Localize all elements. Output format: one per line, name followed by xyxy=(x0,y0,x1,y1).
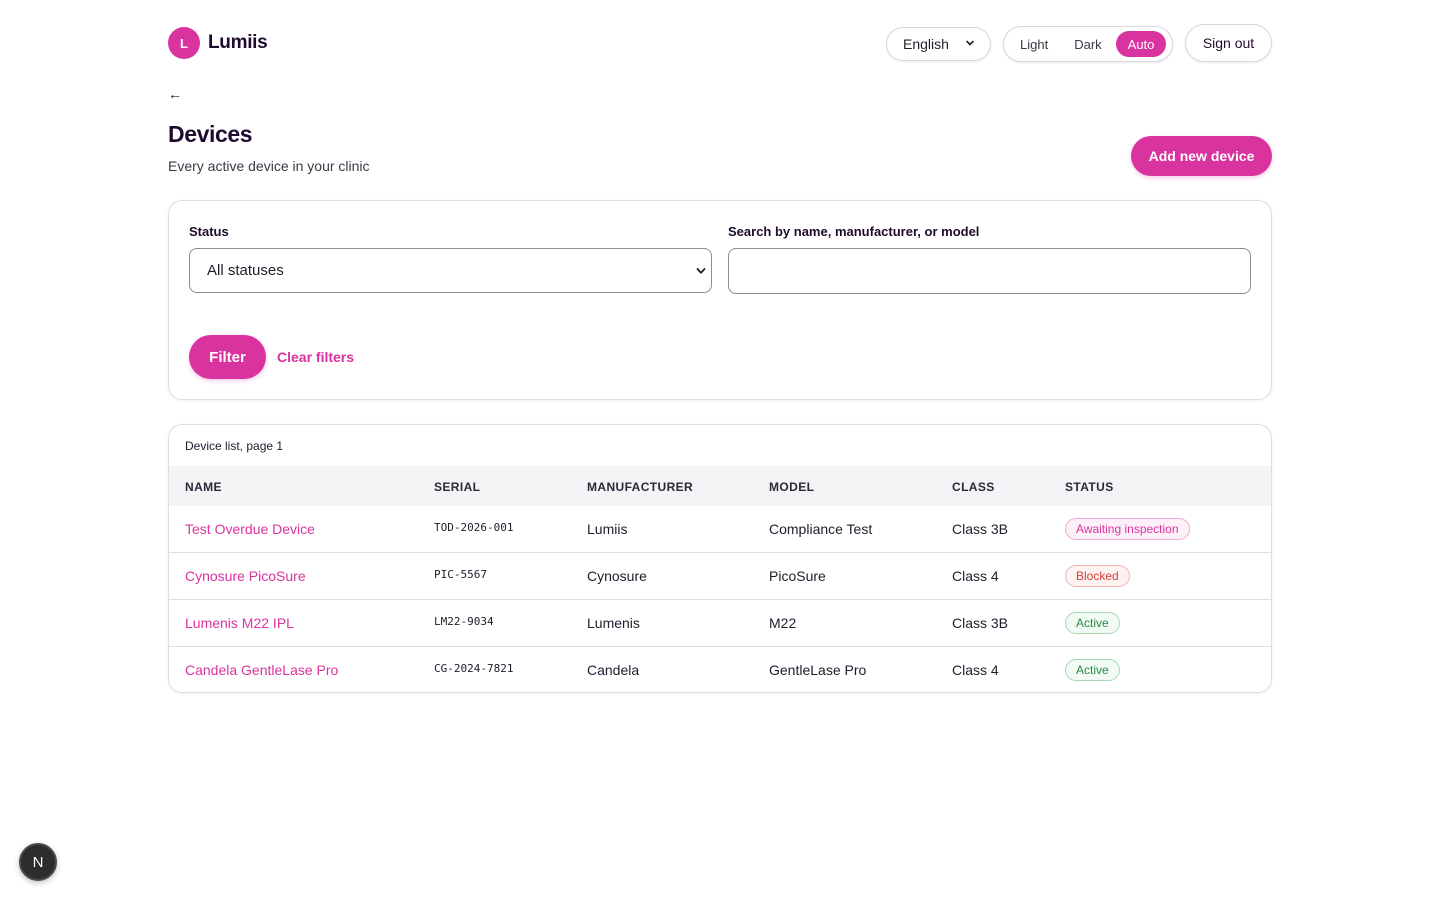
status-badge: Blocked xyxy=(1065,565,1130,587)
device-name-link[interactable]: Lumenis M22 IPL xyxy=(185,615,294,631)
status-badge: Awaiting inspection xyxy=(1065,518,1190,540)
table-caption: Device list, page 1 xyxy=(185,439,284,453)
device-serial: LM22-9034 xyxy=(434,615,494,628)
chevron-down-icon xyxy=(966,40,974,46)
status-badge: Active xyxy=(1065,612,1120,634)
device-class: Class 3B xyxy=(952,615,1009,631)
brand-name: Lumiis xyxy=(208,32,268,53)
language-select[interactable]: English xyxy=(886,27,991,61)
back-link[interactable]: ← xyxy=(168,86,182,102)
theme-toggle: Light Dark Auto xyxy=(1003,26,1173,62)
search-input[interactable] xyxy=(728,248,1251,294)
dev-tools-badge[interactable]: N xyxy=(19,843,57,881)
status-select[interactable]: All statuses xyxy=(189,248,712,293)
device-model: PicoSure xyxy=(769,568,826,584)
add-device-button[interactable]: Add new device xyxy=(1131,136,1272,176)
theme-option-light[interactable]: Light xyxy=(1008,31,1060,57)
column-header-model[interactable]: MODEL xyxy=(769,480,814,494)
table-row: Candela GentleLase Pro CG-2024-7821 Cand… xyxy=(169,647,1271,692)
theme-option-dark[interactable]: Dark xyxy=(1062,31,1113,57)
chevron-down-icon xyxy=(696,268,706,274)
device-manufacturer: Lumiis xyxy=(587,521,628,537)
clear-filters-link[interactable]: Clear filters xyxy=(277,349,354,365)
device-serial: TOD-2026-001 xyxy=(434,521,514,534)
column-header-name[interactable]: NAME xyxy=(185,480,222,494)
device-class: Class 3B xyxy=(952,521,1009,537)
page-title: Devices xyxy=(168,121,253,147)
device-name-link[interactable]: Test Overdue Device xyxy=(185,521,315,537)
device-model: Compliance Test xyxy=(769,521,873,537)
table-row: Test Overdue Device TOD-2026-001 Lumiis … xyxy=(169,506,1271,553)
brand[interactable]: L Lumiis xyxy=(168,27,268,59)
column-header-status[interactable]: STATUS xyxy=(1065,480,1114,494)
table-row: Cynosure PicoSure PIC-5567 Cynosure Pico… xyxy=(169,553,1271,600)
column-header-serial[interactable]: SERIAL xyxy=(434,480,480,494)
filter-button[interactable]: Filter xyxy=(189,335,266,379)
device-class: Class 4 xyxy=(952,568,999,584)
device-model: GentleLase Pro xyxy=(769,662,867,678)
table-row: Lumenis M22 IPL LM22-9034 Lumenis M22 Cl… xyxy=(169,600,1271,647)
device-name-link[interactable]: Cynosure PicoSure xyxy=(185,568,306,584)
status-label: Status xyxy=(189,224,229,239)
device-class: Class 4 xyxy=(952,662,999,678)
device-table: Device list, page 1 NAME SERIAL MANUFACT… xyxy=(168,424,1272,693)
language-value: English xyxy=(903,36,949,52)
page-subtitle: Every active device in your clinic xyxy=(168,158,370,174)
device-manufacturer: Candela xyxy=(587,662,640,678)
device-serial: PIC-5567 xyxy=(434,568,487,581)
theme-option-auto[interactable]: Auto xyxy=(1115,31,1167,57)
column-header-manufacturer[interactable]: MANUFACTURER xyxy=(587,480,693,494)
table-header: NAME SERIAL MANUFACTURER MODEL CLASS STA… xyxy=(169,466,1271,506)
filter-card: Status Search by name, manufacturer, or … xyxy=(168,200,1272,400)
device-manufacturer: Lumenis xyxy=(587,615,640,631)
device-model: M22 xyxy=(769,615,797,631)
status-select-value: All statuses xyxy=(207,262,284,279)
sign-out-button[interactable]: Sign out xyxy=(1185,24,1272,62)
status-badge: Active xyxy=(1065,659,1120,681)
device-serial: CG-2024-7821 xyxy=(434,662,514,675)
search-label: Search by name, manufacturer, or model xyxy=(728,224,980,239)
app-header: L Lumiis English Light Dark Auto Sign ou… xyxy=(168,24,1272,62)
column-header-class[interactable]: CLASS xyxy=(952,480,995,494)
device-manufacturer: Cynosure xyxy=(587,568,647,584)
brand-logo: L xyxy=(168,27,200,59)
device-name-link[interactable]: Candela GentleLase Pro xyxy=(185,662,338,678)
